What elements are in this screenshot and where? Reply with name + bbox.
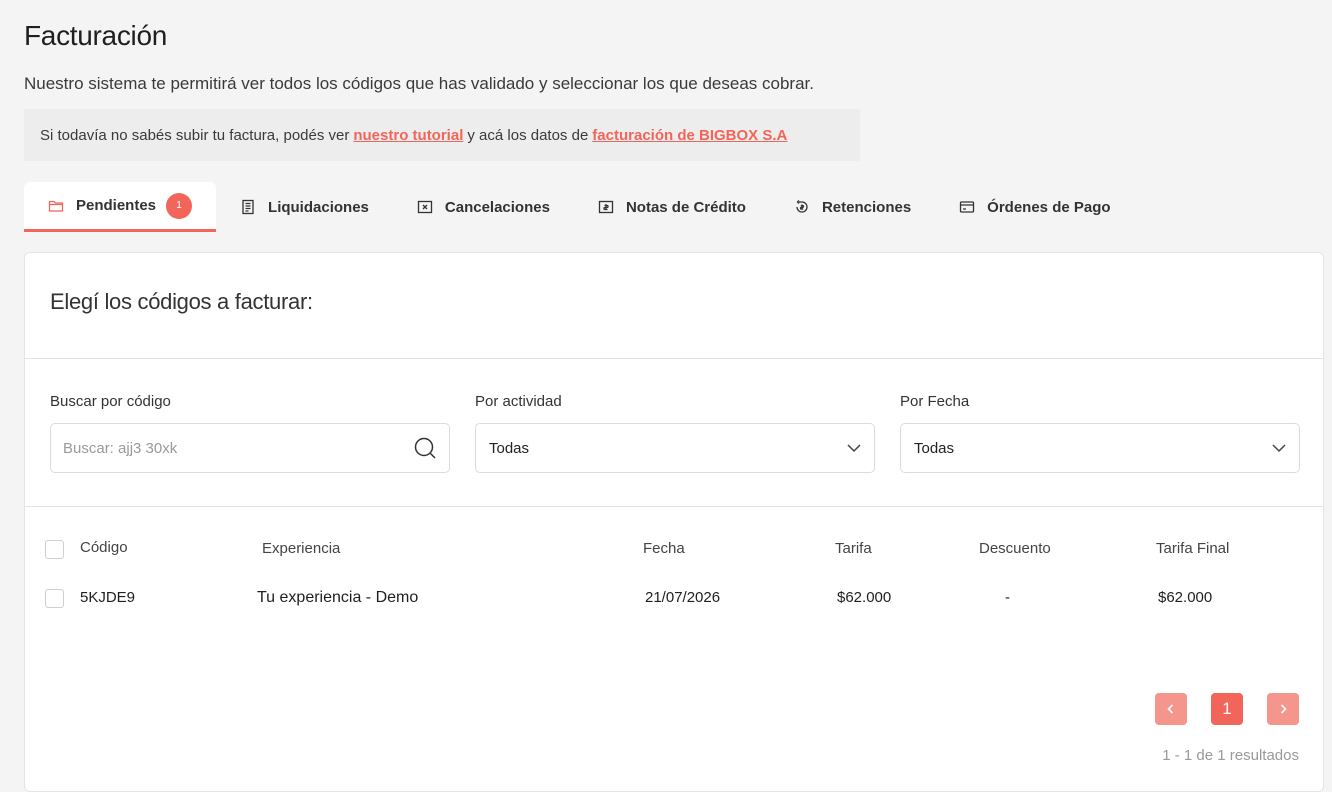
date-filter-label: Por Fecha bbox=[900, 393, 970, 410]
column-header-tarifa: Tarifa bbox=[835, 540, 872, 557]
search-field bbox=[50, 423, 450, 473]
tab-bar: Pendientes 1 Liquidaciones Cancelaciones… bbox=[24, 182, 1135, 232]
column-header-fecha: Fecha bbox=[643, 540, 685, 557]
chevron-down-icon bbox=[1271, 440, 1287, 456]
tab-label: Cancelaciones bbox=[444, 198, 550, 216]
tab-cancelaciones[interactable]: Cancelaciones bbox=[393, 182, 574, 232]
tab-label: Pendientes bbox=[76, 197, 157, 214]
codes-card: Elegí los códigos a facturar: Buscar por… bbox=[24, 252, 1324, 792]
payment-card-icon bbox=[959, 199, 975, 215]
results-count: 1 - 1 de 1 resultados bbox=[1162, 747, 1299, 764]
chevron-left-icon bbox=[1165, 703, 1177, 715]
search-filter-label: Buscar por código bbox=[50, 393, 171, 410]
cell-tarifa: $62.000 bbox=[837, 589, 892, 606]
row-checkbox[interactable] bbox=[45, 589, 64, 608]
tab-label: Notas de Crédito bbox=[625, 198, 746, 216]
cell-descuento: - bbox=[1005, 589, 1010, 606]
credit-note-icon bbox=[598, 199, 614, 215]
billing-data-link[interactable]: facturación de BIGBOX S.A bbox=[592, 127, 787, 144]
tutorial-link[interactable]: nuestro tutorial bbox=[353, 127, 463, 144]
info-text-middle: y acá los datos de bbox=[467, 126, 589, 144]
cell-fecha: 21/07/2026 bbox=[645, 589, 721, 606]
info-text-before: Si todavía no sabés subir tu factura, po… bbox=[40, 126, 350, 144]
activity-select-value: Todas bbox=[489, 439, 530, 457]
activity-filter-label: Por actividad bbox=[475, 393, 562, 410]
search-input[interactable] bbox=[63, 439, 413, 457]
prev-page-button[interactable] bbox=[1155, 693, 1187, 725]
tab-pendientes[interactable]: Pendientes 1 bbox=[24, 182, 217, 232]
folder-icon bbox=[48, 198, 64, 214]
date-select-value: Todas bbox=[914, 439, 955, 457]
column-header-codigo: Código bbox=[80, 539, 128, 556]
card-title: Elegí los códigos a facturar: bbox=[50, 289, 313, 314]
chevron-down-icon bbox=[846, 440, 862, 456]
page-number-button[interactable]: 1 bbox=[1211, 693, 1243, 725]
pending-count-badge: 1 bbox=[166, 192, 193, 219]
retention-icon bbox=[794, 199, 810, 215]
column-header-descuento: Descuento bbox=[979, 540, 1051, 557]
cell-tarifa-final: $62.000 bbox=[1158, 589, 1213, 606]
tab-retenciones[interactable]: Retenciones bbox=[770, 182, 935, 232]
tab-label: Liquidaciones bbox=[268, 198, 369, 216]
date-select[interactable]: Todas bbox=[900, 423, 1300, 473]
tab-label: Retenciones bbox=[821, 198, 912, 216]
divider bbox=[25, 506, 1323, 507]
receipt-icon bbox=[240, 199, 256, 215]
select-all-checkbox[interactable] bbox=[45, 540, 64, 559]
tab-notas-de-credito[interactable]: Notas de Crédito bbox=[574, 182, 770, 232]
chevron-right-icon bbox=[1277, 703, 1289, 715]
page-subtitle: Nuestro sistema te permitirá ver todos l… bbox=[24, 74, 814, 93]
next-page-button[interactable] bbox=[1267, 693, 1299, 725]
divider bbox=[25, 358, 1323, 359]
search-icon[interactable] bbox=[413, 436, 437, 460]
info-banner: Si todavía no sabés subir tu factura, po… bbox=[24, 109, 860, 161]
column-header-tarifa-final: Tarifa Final bbox=[1156, 540, 1230, 557]
tab-ordenes-de-pago[interactable]: Órdenes de Pago bbox=[935, 182, 1134, 232]
tab-liquidaciones[interactable]: Liquidaciones bbox=[216, 182, 393, 232]
tab-label: Órdenes de Pago bbox=[987, 198, 1111, 216]
cancel-box-icon bbox=[417, 199, 433, 215]
cell-experiencia: Tu experiencia - Demo bbox=[257, 589, 419, 606]
activity-select[interactable]: Todas bbox=[475, 423, 875, 473]
cell-codigo: 5KJDE9 bbox=[80, 589, 136, 606]
column-header-experiencia: Experiencia bbox=[262, 540, 341, 557]
page-title: Facturación bbox=[24, 20, 167, 51]
